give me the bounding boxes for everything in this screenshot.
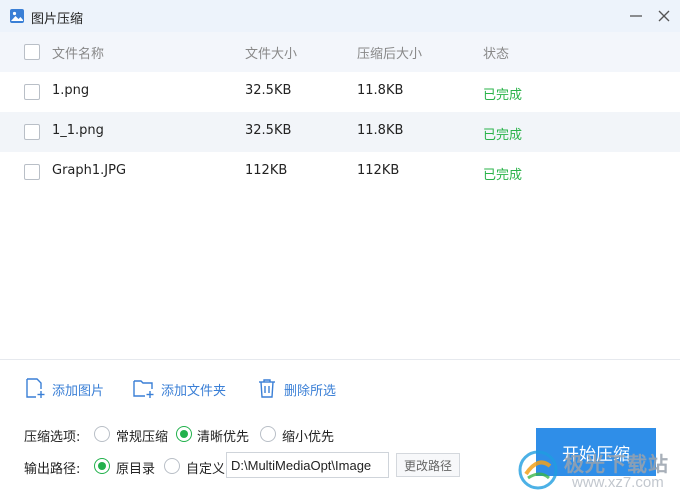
file-name: Graph1.JPG [52,163,127,178]
table-row[interactable]: 1.png 32.5KB 11.8KB 已完成 [0,72,680,112]
trash-icon [259,379,275,398]
radio-original-directory-label[interactable]: 原目录 [116,458,155,477]
compressed-size: 112KB [357,163,400,178]
divider [0,359,680,360]
row-checkbox[interactable] [24,84,40,100]
output-path-label: 输出路径: [24,462,81,477]
delete-selected-label: 删除所选 [284,384,337,399]
file-size: 32.5KB [245,83,292,98]
add-image-label: 添加图片 [52,384,105,399]
row-checkbox[interactable] [24,164,40,180]
select-all-checkbox[interactable] [24,44,40,60]
table-header: 文件名称 文件大小 压缩后大小 状态 [0,32,680,72]
add-folder-label: 添加文件夹 [161,384,227,399]
row-checkbox[interactable] [24,124,40,140]
status-text: 已完成 [483,88,523,103]
radio-normal-compression[interactable] [94,426,110,442]
window-title: 图片压缩 [31,12,84,27]
output-path-input[interactable] [226,452,389,478]
file-size: 112KB [245,163,288,178]
add-folder-button[interactable]: 添加文件夹 [133,377,229,399]
compressed-size: 11.8KB [357,123,404,138]
file-size: 32.5KB [245,123,292,138]
radio-clarity-priority-label[interactable]: 清晰优先 [197,426,249,445]
add-folder-icon [133,380,154,398]
table-row[interactable]: Graph1.JPG 112KB 112KB 已完成 [0,152,680,192]
table-row[interactable]: 1_1.png 32.5KB 11.8KB 已完成 [0,112,680,152]
radio-clarity-priority[interactable] [176,426,192,442]
compression-options-label: 压缩选项: [24,430,81,445]
close-icon[interactable] [654,6,674,26]
status-text: 已完成 [483,168,523,183]
site-logo-icon [518,450,558,490]
column-header-size: 文件大小 [245,47,298,62]
title-bar: 图片压缩 [0,0,680,32]
watermark-site-name: 极光下载站 [564,452,669,476]
watermark-site-url: www.xz7.com [572,474,664,491]
column-header-status: 状态 [483,47,510,62]
radio-size-priority[interactable] [260,426,276,442]
file-name: 1_1.png [52,123,104,138]
radio-custom-directory-label[interactable]: 自定义 [186,458,225,477]
watermark: 极光下载站 www.xz7.com [512,442,680,498]
column-header-name: 文件名称 [52,47,105,62]
radio-custom-directory[interactable] [164,458,180,474]
delete-selected-button[interactable]: 删除所选 [256,377,340,399]
file-name: 1.png [52,83,90,98]
column-header-compressed-size: 压缩后大小 [357,47,423,62]
add-image-button[interactable]: 添加图片 [24,377,108,399]
status-text: 已完成 [483,128,523,143]
add-image-icon [26,378,45,398]
radio-normal-compression-label[interactable]: 常规压缩 [116,426,168,445]
compressed-size: 11.8KB [357,83,404,98]
minimize-icon[interactable] [626,6,646,26]
app-image-icon [10,9,24,23]
radio-original-directory[interactable] [94,458,110,474]
change-path-button[interactable]: 更改路径 [396,453,460,477]
radio-size-priority-label[interactable]: 缩小优先 [282,426,334,445]
